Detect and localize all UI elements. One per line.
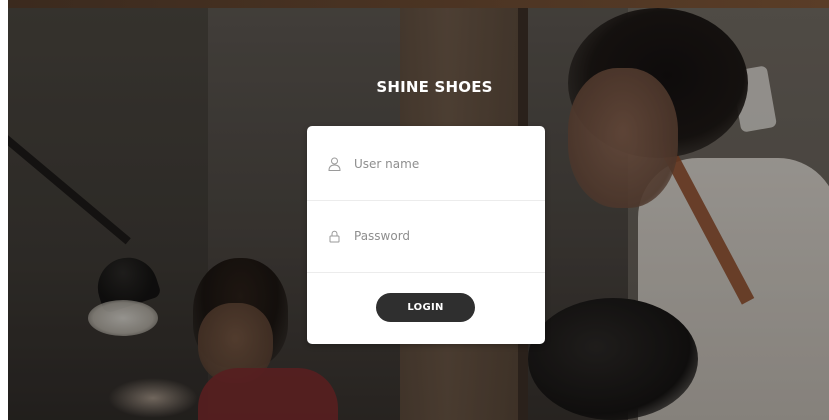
user-icon <box>327 157 341 171</box>
login-card: LOGIN <box>307 126 545 344</box>
top-edge-strip <box>8 0 829 8</box>
login-button[interactable]: LOGIN <box>376 293 475 322</box>
lock-icon <box>327 229 341 243</box>
username-input[interactable] <box>354 157 524 171</box>
username-field-row <box>307 128 545 201</box>
password-field-row <box>307 200 545 273</box>
brand-title: SHINE SHOES <box>376 78 493 96</box>
password-input[interactable] <box>354 229 524 243</box>
